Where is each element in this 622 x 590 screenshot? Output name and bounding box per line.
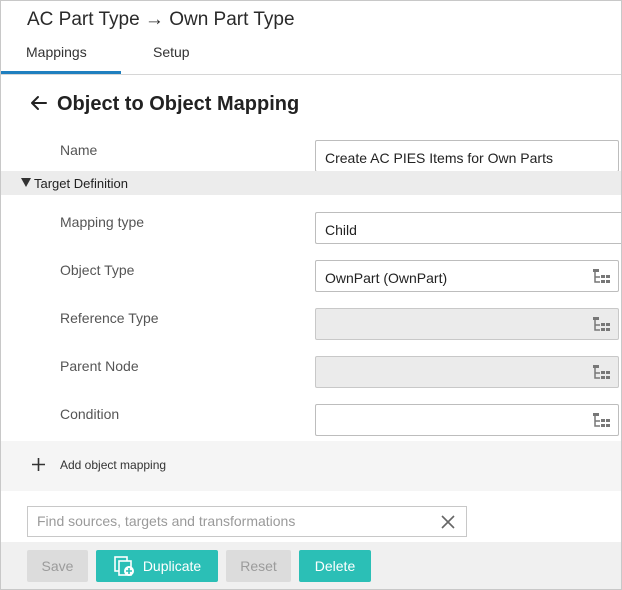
- name-field-value: Create AC PIES Items for Own Parts: [325, 150, 553, 166]
- name-field[interactable]: Create AC PIES Items for Own Parts: [315, 140, 619, 172]
- reference-type-field: [315, 308, 619, 340]
- object-type-field[interactable]: OwnPart (OwnPart): [315, 260, 619, 292]
- add-object-mapping-link[interactable]: Add object mapping: [60, 458, 166, 472]
- search-box: [27, 506, 467, 537]
- mapping-heading: Object to Object Mapping: [57, 93, 300, 115]
- tab-divider: [1, 74, 621, 75]
- section-title[interactable]: Target Definition: [34, 176, 128, 191]
- mapping-type-value: Child: [325, 222, 357, 238]
- reset-button[interactable]: Reset: [226, 550, 291, 582]
- duplicate-label: Duplicate: [142, 558, 202, 574]
- mapping-type-label: Mapping type: [60, 214, 145, 230]
- search-input[interactable]: [28, 507, 428, 535]
- delete-button[interactable]: Delete: [299, 550, 371, 582]
- object-type-label: Object Type: [60, 262, 135, 278]
- mapping-editor-window: AC Part Type → Own Part Type Mappings Se…: [0, 0, 622, 590]
- collapse-triangle-icon[interactable]: [21, 178, 31, 187]
- parent-node-field: [315, 356, 619, 388]
- tree-picker-icon[interactable]: [593, 413, 610, 429]
- tab-mappings[interactable]: Mappings: [26, 44, 87, 60]
- tree-picker-icon: [593, 365, 610, 379]
- duplicate-button[interactable]: Duplicate: [96, 550, 218, 582]
- tree-picker-icon[interactable]: [593, 269, 610, 285]
- save-button[interactable]: Save: [27, 550, 88, 582]
- mapping-type-field[interactable]: Child: [315, 212, 621, 244]
- condition-label: Condition: [60, 406, 120, 422]
- plus-icon[interactable]: [31, 457, 46, 472]
- condition-field[interactable]: [315, 404, 619, 436]
- arrow-left-icon[interactable]: [29, 93, 49, 113]
- reference-type-label: Reference Type: [60, 310, 159, 326]
- object-type-value: OwnPart (OwnPart): [325, 270, 448, 286]
- name-label: Name: [60, 142, 98, 158]
- parent-node-label: Parent Node: [60, 358, 139, 374]
- page-title: AC Part Type → Own Part Type: [27, 9, 295, 30]
- tree-picker-icon: [593, 317, 610, 331]
- duplicate-icon: [114, 556, 134, 576]
- close-icon[interactable]: [441, 515, 455, 529]
- tab-setup[interactable]: Setup: [153, 44, 190, 60]
